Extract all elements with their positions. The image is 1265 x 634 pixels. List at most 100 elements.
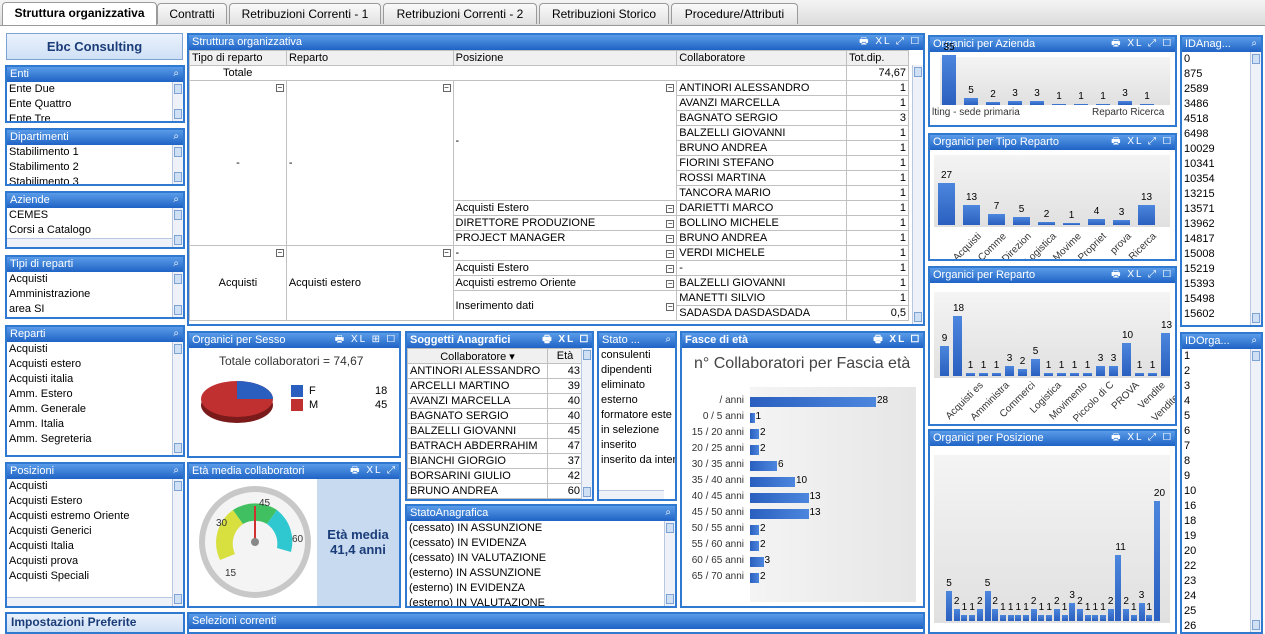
bar[interactable] [992,372,1001,376]
bar[interactable] [979,372,988,376]
collab-cell[interactable]: FIORINI STEFANO [676,155,848,171]
bar[interactable] [946,591,952,621]
table-row[interactable]: ARCELLI MARTINO 39 [407,378,583,394]
bar[interactable] [1118,100,1132,105]
bar[interactable] [750,541,759,551]
bar[interactable] [963,204,980,225]
bar[interactable] [1015,615,1022,621]
posizione-cell[interactable]: PROJECT MANAGER − [452,230,678,246]
list-item[interactable]: area SI [7,302,183,317]
posizione-cell[interactable]: DIRETTORE PRODUZIONE − [452,215,678,231]
bar[interactable] [1018,369,1027,376]
bar[interactable] [1115,555,1122,621]
collab-cell[interactable]: BRUNO ANDREA [676,230,848,246]
list-item[interactable]: Acquisti Italia [7,539,183,554]
bar[interactable] [1038,615,1045,621]
list-item[interactable]: Acquisti prova [7,554,183,569]
bar[interactable] [750,461,777,471]
bar[interactable] [999,615,1006,621]
bar[interactable] [969,615,976,621]
list-item[interactable]: (esterno) IN ASSUNZIONE [407,566,675,581]
scrollbar[interactable] [172,342,183,455]
bar[interactable] [1053,609,1060,621]
export-icons[interactable]: 🖶 XL ⤢ ☐ [1111,268,1173,282]
bar[interactable] [1057,372,1066,376]
bar[interactable] [1153,501,1160,621]
bar[interactable] [976,609,983,621]
bar[interactable] [1122,342,1131,376]
tab-retribuzioni-storico[interactable]: Retribuzioni Storico [539,3,669,24]
aziende-listbox[interactable]: Aziende ⌕ CEMES Corsi a Catalogo [5,191,185,249]
list-item[interactable]: Ente Tre [7,112,183,121]
scrollbar[interactable] [172,82,183,121]
collab-cell[interactable]: TANCORA MARIO [676,185,848,201]
export-icons[interactable]: 🖶 XL ⤢ ☐ [859,35,921,49]
bar[interactable] [1074,103,1088,105]
col-header[interactable]: Età [547,348,583,364]
list-item[interactable]: Acquisti Estero [7,494,183,509]
list-item[interactable]: Acquisti [7,342,183,357]
export-icons[interactable]: 🖶 XL ☐ [873,333,921,347]
soggetti-anagrafici-table[interactable]: Soggetti Anagrafici 🖶 XL ☐ Collaboratore … [405,331,594,501]
table-row[interactable]: BORSARINI GIULIO 42 [407,468,583,484]
eta-media-gauge[interactable]: Età media collaboratori 🖶 XL ⤢ 15 30 45 6… [187,462,401,608]
scrollbar[interactable] [912,65,923,324]
bar[interactable] [953,316,962,376]
scrollbar[interactable] [172,208,183,247]
list-item[interactable]: Stabilimento 2 [7,160,183,175]
organici-reparto-chart[interactable]: Organici per Reparto 🖶 XL ⤢ ☐ 9 18 1 1 1 3 2 5 1 1… [928,266,1177,426]
collab-cell[interactable]: - [676,260,848,276]
col-header[interactable]: Collaboratore [676,50,847,66]
list-item[interactable]: formatore este [599,408,675,423]
collab-cell[interactable]: VERDI MICHELE [676,245,848,261]
collab-cell[interactable]: BORSARINI GIULIO [407,468,548,484]
scrollbar-horizontal[interactable] [7,597,172,606]
bar[interactable] [1052,103,1066,105]
reparto-cell[interactable]: − Acquisti estero [285,245,454,321]
enti-listbox[interactable]: Enti ⌕ Ente Due Ente Quattro Ente Tre [5,65,185,123]
posizione-cell[interactable]: Inserimento dati − [452,290,678,321]
list-item[interactable]: Corsi a Catalogo [7,223,183,238]
bar[interactable] [988,214,1005,225]
scrollbar[interactable] [172,145,183,184]
scrollbar[interactable] [172,272,183,317]
bar[interactable] [953,609,960,621]
list-item[interactable]: in selezione [599,423,675,438]
table-row[interactable]: BRUNO ANDREA 60 [407,483,583,499]
list-item[interactable]: Amm. Segreteria [7,432,183,447]
collab-cell[interactable]: ANTINORI ALESSANDRO [676,80,848,96]
list-item[interactable]: Acquisti Generici [7,524,183,539]
organici-posizione-chart[interactable]: Organici per Posizione 🖶 XL ⤢ ☐ 521125211… [928,429,1177,634]
col-header[interactable]: Collaboratore ▾ [407,348,548,364]
posizione-cell[interactable]: Acquisti Estero − [452,260,678,276]
bar[interactable] [750,429,759,439]
search-icon[interactable]: ⌕ [173,257,181,271]
list-item[interactable]: (cessato) IN ASSUNZIONE [407,521,675,536]
stato-anagrafica-listbox[interactable]: StatoAnagrafica ⌕ (cessato) IN ASSUNZIONE… [405,504,677,608]
list-item[interactable]: eliminato [599,378,675,393]
tab-procedure-attributi[interactable]: Procedure/Attributi [671,3,798,24]
reparto-cell[interactable]: − - [285,80,454,246]
bar[interactable] [1005,366,1014,376]
stato-listbox[interactable]: Stato ... ⌕ consulenti dipendenti eliminato… [597,331,677,501]
posizione-cell[interactable]: Acquisti Estero − [452,200,678,216]
table-row[interactable]: BAGNATO SERGIO 40 [407,408,583,424]
bar[interactable] [1030,609,1037,621]
posizioni-listbox[interactable]: Posizioni ⌕ Acquisti Acquisti Estero Acqu… [5,462,185,608]
bar[interactable] [750,557,764,567]
search-icon[interactable]: ⌕ [173,464,181,478]
search-icon[interactable]: ⌕ [173,327,181,341]
bar[interactable] [942,55,956,105]
tab-contratti[interactable]: Contratti [157,3,227,24]
tipi-reparti-listbox[interactable]: Tipi di reparti ⌕ Acquisti Amministrazion… [5,255,185,319]
collab-cell[interactable]: BIANCHI GIORGIO [407,453,548,469]
export-icons[interactable]: 🖶 XL ⤢ ☐ [1111,135,1173,149]
list-item[interactable]: Amm. Estero [7,387,183,402]
collab-cell[interactable]: AVANZI MARCELLA [407,393,548,409]
list-item[interactable]: Acquisti Speciali [7,569,183,584]
bar[interactable] [1096,103,1110,105]
tab-struttura-organizzativa[interactable]: Struttura organizzativa [2,2,157,25]
bar[interactable] [1088,218,1105,225]
bar[interactable] [984,591,991,621]
bar[interactable] [1138,603,1145,621]
